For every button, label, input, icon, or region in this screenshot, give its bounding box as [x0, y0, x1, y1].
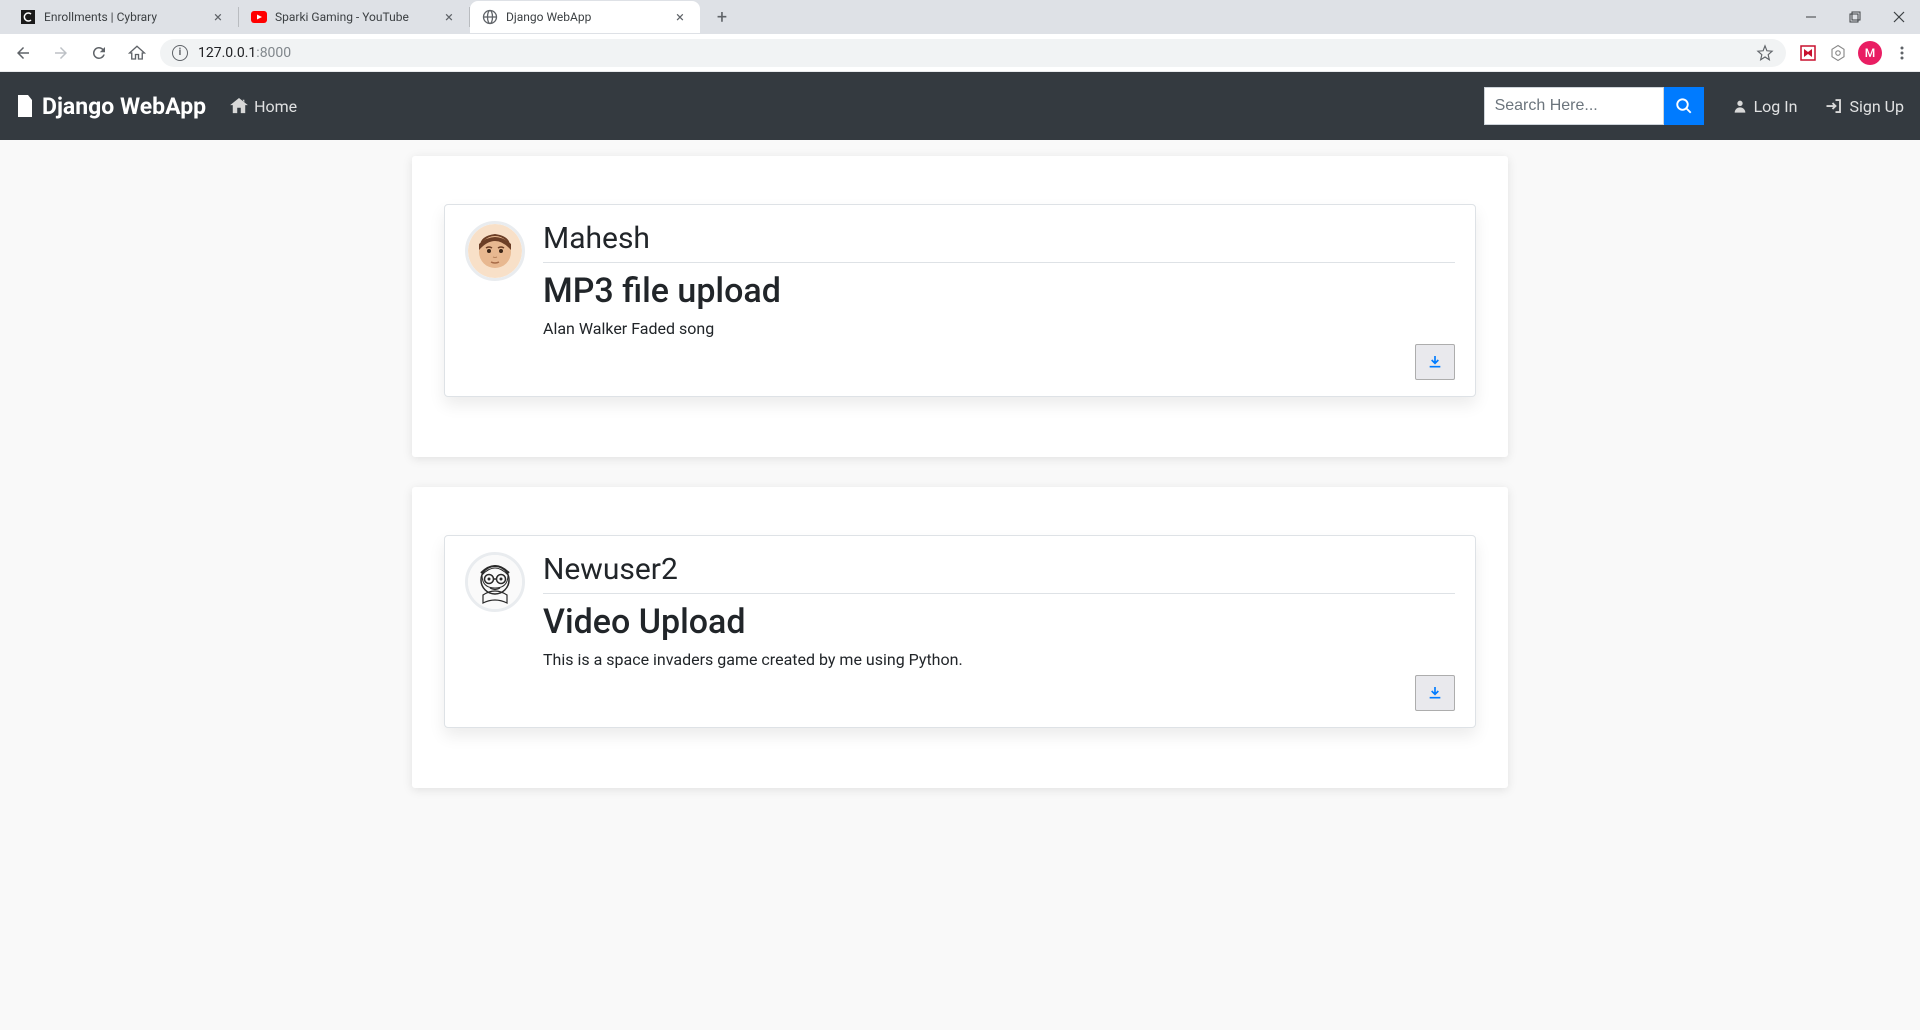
new-tab-button[interactable]: +	[708, 3, 736, 31]
menu-icon[interactable]	[1892, 43, 1912, 63]
container: Mahesh MP3 file upload Alan Walker Faded…	[412, 140, 1508, 1018]
home-button[interactable]	[122, 38, 152, 68]
search-group	[1484, 87, 1704, 125]
youtube-favicon	[251, 9, 267, 25]
signup-link[interactable]: Sign Up	[1825, 97, 1904, 116]
post-username: Newuser2	[543, 552, 1455, 594]
url-text: 127.0.0.1:8000	[198, 45, 291, 61]
reload-button[interactable]	[84, 38, 114, 68]
avatar	[465, 552, 525, 612]
post-title: MP3 file upload	[543, 271, 1455, 311]
browser-tab[interactable]: Enrollments | Cybrary ×	[8, 1, 238, 33]
cybrary-favicon	[20, 9, 36, 25]
post-body: Mahesh MP3 file upload Alan Walker Faded…	[543, 221, 1455, 380]
address-bar[interactable]: i 127.0.0.1:8000	[160, 39, 1786, 67]
home-link[interactable]: Home	[230, 97, 297, 116]
post-body: Newuser2 Video Upload This is a space in…	[543, 552, 1455, 711]
search-button[interactable]	[1664, 87, 1704, 125]
page-body: Mahesh MP3 file upload Alan Walker Faded…	[0, 140, 1920, 1030]
close-icon[interactable]: ×	[441, 9, 457, 25]
tab-title: Enrollments | Cybrary	[44, 10, 202, 24]
download-icon	[1427, 354, 1443, 370]
login-link[interactable]: Log In	[1732, 97, 1798, 116]
post-description: This is a space invaders game created by…	[543, 650, 1455, 669]
site-info-icon[interactable]: i	[172, 45, 188, 61]
close-icon[interactable]: ×	[210, 9, 226, 25]
post-username: Mahesh	[543, 221, 1455, 263]
nav-right: Log In Sign Up	[1484, 87, 1904, 125]
post-card: Mahesh MP3 file upload Alan Walker Faded…	[444, 204, 1476, 397]
page-viewport: Django WebApp Home Log In	[0, 72, 1920, 1030]
tab-title: Sparki Gaming - YouTube	[275, 10, 433, 24]
home-icon	[230, 98, 248, 114]
globe-favicon	[482, 9, 498, 25]
download-icon	[1427, 685, 1443, 701]
post-outer-card: Newuser2 Video Upload This is a space in…	[412, 487, 1508, 788]
browser-chrome: Enrollments | Cybrary × Sparki Gaming - …	[0, 0, 1920, 72]
close-window-button[interactable]	[1884, 2, 1914, 32]
extensions-group: M	[1798, 41, 1912, 65]
signup-label: Sign Up	[1849, 97, 1904, 116]
extension-icon[interactable]	[1828, 43, 1848, 63]
post-outer-card: Mahesh MP3 file upload Alan Walker Faded…	[412, 156, 1508, 457]
home-label: Home	[254, 97, 297, 116]
mcafee-icon[interactable]	[1798, 43, 1818, 63]
browser-tab-active[interactable]: Django WebApp ×	[470, 1, 700, 33]
post-footer	[543, 675, 1455, 711]
post-card: Newuser2 Video Upload This is a space in…	[444, 535, 1476, 728]
post-title: Video Upload	[543, 602, 1455, 642]
download-button[interactable]	[1415, 675, 1455, 711]
login-label: Log In	[1754, 97, 1798, 116]
search-input[interactable]	[1484, 87, 1664, 125]
forward-button[interactable]	[46, 38, 76, 68]
brand-text: Django WebApp	[42, 93, 206, 120]
close-icon[interactable]: ×	[672, 9, 688, 25]
browser-toolbar: i 127.0.0.1:8000 M	[0, 34, 1920, 72]
tab-title: Django WebApp	[506, 10, 664, 24]
browser-tab[interactable]: Sparki Gaming - YouTube ×	[239, 1, 469, 33]
window-controls	[1796, 0, 1914, 34]
app-navbar: Django WebApp Home Log In	[0, 72, 1920, 140]
brand-link[interactable]: Django WebApp	[16, 93, 206, 120]
minimize-button[interactable]	[1796, 2, 1826, 32]
signin-icon	[1825, 98, 1843, 114]
post-footer	[543, 344, 1455, 380]
maximize-button[interactable]	[1840, 2, 1870, 32]
post-description: Alan Walker Faded song	[543, 319, 1455, 338]
file-icon	[16, 95, 34, 117]
back-button[interactable]	[8, 38, 38, 68]
tab-strip: Enrollments | Cybrary × Sparki Gaming - …	[0, 0, 1920, 34]
user-icon	[1732, 98, 1748, 114]
search-icon	[1675, 97, 1693, 115]
profile-initial: M	[1865, 46, 1876, 60]
download-button[interactable]	[1415, 344, 1455, 380]
avatar	[465, 221, 525, 281]
profile-avatar[interactable]: M	[1858, 41, 1882, 65]
star-icon[interactable]	[1756, 44, 1774, 62]
